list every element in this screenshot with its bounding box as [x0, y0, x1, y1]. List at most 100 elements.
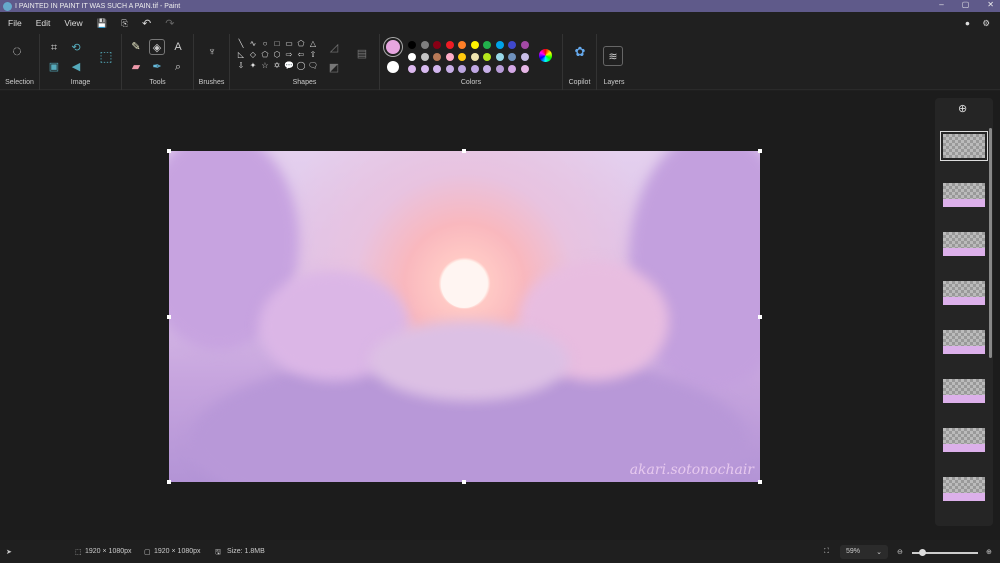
layer-thumbnail[interactable] — [943, 379, 985, 403]
layer-thumbnail[interactable] — [943, 183, 985, 207]
shape-option[interactable]: ◯ — [295, 60, 307, 71]
palette-swatch[interactable] — [433, 53, 441, 61]
palette-swatch[interactable] — [445, 53, 454, 61]
layer-thumbnail[interactable] — [943, 477, 985, 501]
shape-size-icon[interactable]: ▤ — [354, 46, 370, 62]
shape-option[interactable]: ◺ — [235, 49, 247, 60]
shape-option[interactable]: ⇨ — [283, 49, 295, 60]
resize-handle[interactable] — [758, 149, 762, 153]
zoom-slider-thumb[interactable] — [918, 549, 926, 556]
palette-swatch[interactable] — [445, 41, 454, 49]
layer-thumbnail[interactable] — [943, 428, 985, 452]
palette-swatch[interactable] — [520, 53, 529, 61]
palette-swatch[interactable] — [408, 41, 416, 49]
redo-icon[interactable]: ↷ — [165, 17, 174, 30]
drawing-canvas[interactable]: akari.sotonochair — [169, 151, 760, 482]
close-button[interactable]: ✕ — [987, 0, 994, 9]
shape-option[interactable]: ⇩ — [235, 60, 247, 71]
shape-option[interactable]: ⇦ — [295, 49, 307, 60]
palette-swatch[interactable] — [495, 41, 504, 49]
palette-swatch[interactable] — [433, 41, 441, 49]
shape-option[interactable]: ╲ — [235, 38, 247, 49]
shape-option[interactable]: ◇ — [247, 49, 259, 60]
shape-option[interactable]: ∿ — [247, 38, 259, 49]
palette-swatch[interactable] — [495, 53, 504, 61]
save-icon[interactable]: 💾 — [97, 18, 108, 29]
zoom-in-icon[interactable]: ⊕ — [986, 548, 992, 556]
palette-swatch[interactable] — [458, 41, 466, 49]
add-layer-icon[interactable]: ⊕ — [958, 102, 967, 115]
resize-icon[interactable]: ⬚ — [98, 48, 114, 64]
shape-option[interactable]: 💬 — [283, 60, 295, 71]
maximize-button[interactable]: ▢ — [962, 0, 970, 9]
palette-swatch[interactable] — [470, 53, 479, 61]
layer-thumbnail[interactable] — [943, 281, 985, 305]
pencil-icon[interactable]: ✎ — [128, 39, 144, 55]
edit-colors-icon[interactable] — [539, 49, 552, 62]
palette-swatch[interactable] — [408, 65, 416, 73]
minimize-button[interactable]: – — [939, 0, 943, 9]
zoom-out-icon[interactable]: ⊖ — [897, 548, 903, 556]
resize-handle[interactable] — [167, 149, 171, 153]
palette-swatch[interactable] — [458, 65, 466, 73]
shape-option[interactable]: ○ — [259, 38, 271, 49]
color-picker-icon[interactable]: ✒ — [149, 59, 165, 75]
shape-option[interactable]: □ — [271, 38, 283, 49]
resize-handle[interactable] — [758, 315, 762, 319]
crop-icon[interactable]: ⌗ — [46, 40, 62, 56]
palette-swatch[interactable] — [520, 41, 529, 49]
palette-swatch[interactable] — [420, 41, 429, 49]
settings-icon[interactable]: ⚙ — [982, 18, 990, 29]
shape-option[interactable]: 🗨 — [307, 60, 319, 71]
magnifier-icon[interactable]: ⌕ — [170, 59, 186, 75]
brush-icon[interactable]: ♆ — [204, 44, 220, 60]
shape-option[interactable]: ✡ — [271, 60, 283, 71]
shape-option[interactable]: ⬠ — [295, 38, 307, 49]
layers-scrollbar[interactable] — [989, 128, 992, 358]
primary-color[interactable] — [386, 40, 400, 54]
layers-icon[interactable]: ≋ — [603, 46, 623, 66]
fill-icon[interactable]: ◈ — [149, 39, 165, 55]
image-icon[interactable]: ▣ — [46, 59, 62, 75]
account-icon[interactable]: ● — [965, 18, 970, 28]
palette-swatch[interactable] — [420, 53, 429, 61]
palette-swatch[interactable] — [508, 41, 516, 49]
shape-option[interactable]: ⬡ — [271, 49, 283, 60]
shape-option[interactable]: △ — [307, 38, 319, 49]
palette-swatch[interactable] — [420, 65, 429, 73]
palette-swatch[interactable] — [483, 53, 491, 61]
palette-swatch[interactable] — [470, 41, 479, 49]
resize-handle[interactable] — [462, 149, 466, 153]
shape-option[interactable]: ✦ — [247, 60, 259, 71]
text-icon[interactable]: A — [170, 39, 186, 55]
palette-swatch[interactable] — [458, 53, 466, 61]
selection-lasso-icon[interactable]: ◌ — [9, 44, 25, 60]
palette-swatch[interactable] — [433, 65, 441, 73]
palette-swatch[interactable] — [408, 53, 416, 61]
share-icon[interactable]: ⎘ — [121, 18, 128, 29]
outline-icon[interactable]: ◿ — [326, 40, 342, 56]
secondary-color[interactable] — [387, 61, 399, 73]
fill-style-icon[interactable]: ◩ — [326, 60, 342, 76]
undo-icon[interactable]: ↶ — [142, 17, 151, 30]
palette-swatch[interactable] — [483, 41, 491, 49]
resize-handle[interactable] — [167, 315, 171, 319]
menu-edit[interactable]: Edit — [36, 18, 51, 28]
resize-handle[interactable] — [167, 480, 171, 484]
shape-option[interactable]: ☆ — [259, 60, 271, 71]
shape-option[interactable]: ⇧ — [307, 49, 319, 60]
fit-to-window-icon[interactable]: ⛶ — [824, 548, 829, 556]
copilot-icon[interactable]: ✿ — [572, 44, 588, 60]
resize-handle[interactable] — [758, 480, 762, 484]
palette-swatch[interactable] — [445, 65, 454, 73]
palette-swatch[interactable] — [495, 65, 504, 73]
eraser-icon[interactable]: ▰ — [128, 59, 144, 75]
layer-thumbnail[interactable] — [943, 330, 985, 354]
zoom-select[interactable]: 59% ⌄ — [840, 545, 888, 559]
menu-view[interactable]: View — [64, 18, 82, 28]
palette-swatch[interactable] — [508, 53, 516, 61]
shape-option[interactable]: ⬠ — [259, 49, 271, 60]
palette-swatch[interactable] — [470, 65, 479, 73]
layer-thumbnail[interactable] — [943, 232, 985, 256]
palette-swatch[interactable] — [520, 65, 529, 73]
